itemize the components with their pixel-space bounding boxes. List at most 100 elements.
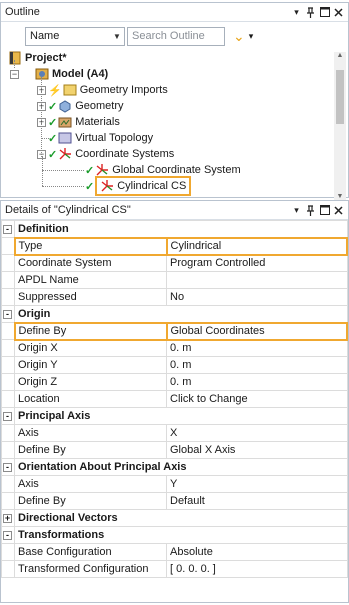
dropdown-icon[interactable]: ▾ <box>249 31 254 42</box>
pin-icon[interactable] <box>305 6 316 18</box>
property-value[interactable]: Cylindrical <box>165 236 348 256</box>
expand-icon[interactable]: + <box>3 513 12 523</box>
maximize-icon[interactable] <box>319 205 330 216</box>
property-label: Define By <box>14 441 167 459</box>
details-property-row[interactable]: Coordinate System Program Controlled <box>1 254 348 272</box>
property-label: Define By <box>13 321 168 341</box>
details-property-row[interactable]: Origin Y 0. m <box>1 356 348 374</box>
details-category-row[interactable]: - Principal Axis <box>1 407 348 425</box>
dropdown-icon[interactable]: ▾ <box>291 7 302 18</box>
cylindrical-cs-icon <box>100 179 114 193</box>
dropdown-icon[interactable]: ▾ <box>291 205 302 216</box>
details-property-row[interactable]: Transformed Configuration[ 0. 0. 0. ] <box>1 560 348 578</box>
category-label: Principal Axis <box>14 407 348 425</box>
details-property-row[interactable]: Type Cylindrical <box>1 236 348 256</box>
details-property-row[interactable]: Axis Y <box>1 475 348 493</box>
property-value[interactable]: 0. m <box>166 356 348 374</box>
property-value[interactable]: Absolute <box>166 543 348 561</box>
outline-title: Outline <box>5 6 40 18</box>
collapse-icon[interactable]: − <box>10 69 19 79</box>
tree-connector <box>14 60 16 68</box>
outline-toolbar: Name ▼ Search Outline ⌄ ▾ <box>1 22 348 50</box>
category-label: Origin <box>14 305 348 323</box>
property-label: Location <box>14 390 167 408</box>
row-gutter <box>1 390 15 408</box>
name-filter-combo[interactable]: Name ▼ <box>25 26 125 46</box>
category-label: Transformations <box>14 526 348 544</box>
details-property-row[interactable]: APDL Name <box>1 271 348 289</box>
tree-node-cylindrical-cs[interactable]: ✓ Cylindrical CS <box>85 176 192 196</box>
property-value[interactable]: Default <box>166 492 348 510</box>
category-toggle-cell[interactable]: + <box>1 509 15 527</box>
tree-connector <box>41 77 43 157</box>
details-category-row[interactable]: - Transformations <box>1 526 348 544</box>
maximize-icon[interactable] <box>319 7 330 18</box>
scroll-up-icon[interactable]: ▲ <box>334 52 346 62</box>
outline-panel: Outline ▾ Name ▼ Search Outline ⌄ ▾ Proj… <box>0 2 349 203</box>
details-grid: - Definition Type Cylindrical Coordinate Sys… <box>1 220 348 578</box>
tree-node-label: Project* <box>25 52 67 64</box>
details-property-row[interactable]: Axis X <box>1 424 348 442</box>
row-gutter <box>1 492 15 510</box>
collapse-icon[interactable]: - <box>3 309 12 319</box>
tree-node-materials[interactable]: + ✓ Materials <box>37 114 120 130</box>
category-toggle-cell[interactable]: - <box>1 305 15 323</box>
property-value[interactable]: No <box>166 288 348 306</box>
property-value[interactable]: Global Coordinates <box>165 321 348 341</box>
category-toggle-cell[interactable]: - <box>1 407 15 425</box>
search-outline-input[interactable]: Search Outline <box>127 26 225 46</box>
property-value[interactable] <box>166 271 348 289</box>
property-value[interactable]: Click to Change <box>166 390 348 408</box>
details-property-row[interactable]: Define By Default <box>1 492 348 510</box>
row-gutter <box>1 322 15 340</box>
property-value[interactable]: [ 0. 0. 0. ] <box>166 560 348 578</box>
details-property-row[interactable]: Base Configuration Absolute <box>1 543 348 561</box>
details-property-row[interactable]: Define By Global X Axis <box>1 441 348 459</box>
property-value[interactable]: Program Controlled <box>166 254 348 272</box>
tree-node-virtual-topology[interactable]: ✓ Virtual Topology <box>48 130 153 146</box>
property-label: Origin Y <box>14 356 167 374</box>
close-icon[interactable] <box>333 7 344 18</box>
collapse-icon[interactable]: - <box>3 411 12 421</box>
tree-node-label: Materials <box>75 116 120 128</box>
details-property-row[interactable]: Origin Z 0. m <box>1 373 348 391</box>
pin-icon[interactable] <box>305 204 316 216</box>
details-titlebar: Details of "Cylindrical CS" ▾ <box>1 201 348 220</box>
row-gutter <box>1 441 15 459</box>
collapse-icon[interactable]: - <box>3 462 12 472</box>
check-icon: ✓ <box>48 100 58 113</box>
collapse-icon[interactable]: - <box>3 530 12 540</box>
details-property-row[interactable]: Location Click to Change <box>1 390 348 408</box>
tree-node-model[interactable]: − Model (A4) <box>10 66 108 82</box>
row-gutter <box>1 339 15 357</box>
details-category-row[interactable]: - Origin <box>1 305 348 323</box>
tree-node-label: Geometry Imports <box>79 84 168 96</box>
details-property-row[interactable]: Define By Global Coordinates <box>1 321 348 341</box>
scrollbar-thumb[interactable] <box>336 70 344 124</box>
category-label: Definition <box>14 220 348 238</box>
property-label: Origin Z <box>14 373 167 391</box>
details-category-row[interactable]: - Orientation About Principal Axis <box>1 458 348 476</box>
property-value[interactable]: X <box>166 424 348 442</box>
collapse-icon[interactable]: - <box>3 224 12 234</box>
details-category-row[interactable]: - Definition <box>1 220 348 238</box>
tree-node-geometry-imports[interactable]: + ⚡ Geometry Imports <box>37 82 168 98</box>
tree-node-coordinate-systems[interactable]: − ✓ Coordinate Systems <box>37 146 174 162</box>
category-toggle-cell[interactable]: - <box>1 526 15 544</box>
category-toggle-cell[interactable]: - <box>1 220 15 238</box>
property-value[interactable]: 0. m <box>166 373 348 391</box>
property-value[interactable]: 0. m <box>166 339 348 357</box>
close-icon[interactable] <box>333 205 344 216</box>
details-category-row[interactable]: + Directional Vectors <box>1 509 348 527</box>
details-title: Details of "Cylindrical CS" <box>5 204 131 216</box>
chevron-down-icon[interactable]: ⌄ <box>233 28 245 45</box>
category-toggle-cell[interactable]: - <box>1 458 15 476</box>
coordinate-system-icon <box>95 163 109 177</box>
property-value[interactable]: Y <box>166 475 348 493</box>
details-property-row[interactable]: Suppressed No <box>1 288 348 306</box>
property-value[interactable]: Global X Axis <box>166 441 348 459</box>
tree-node-geometry[interactable]: + ✓ Geometry <box>37 98 124 114</box>
details-property-row[interactable]: Origin X 0. m <box>1 339 348 357</box>
tree-node-project[interactable]: Project* <box>8 50 67 66</box>
outline-scrollbar[interactable]: ▲ ▼ <box>334 52 346 203</box>
